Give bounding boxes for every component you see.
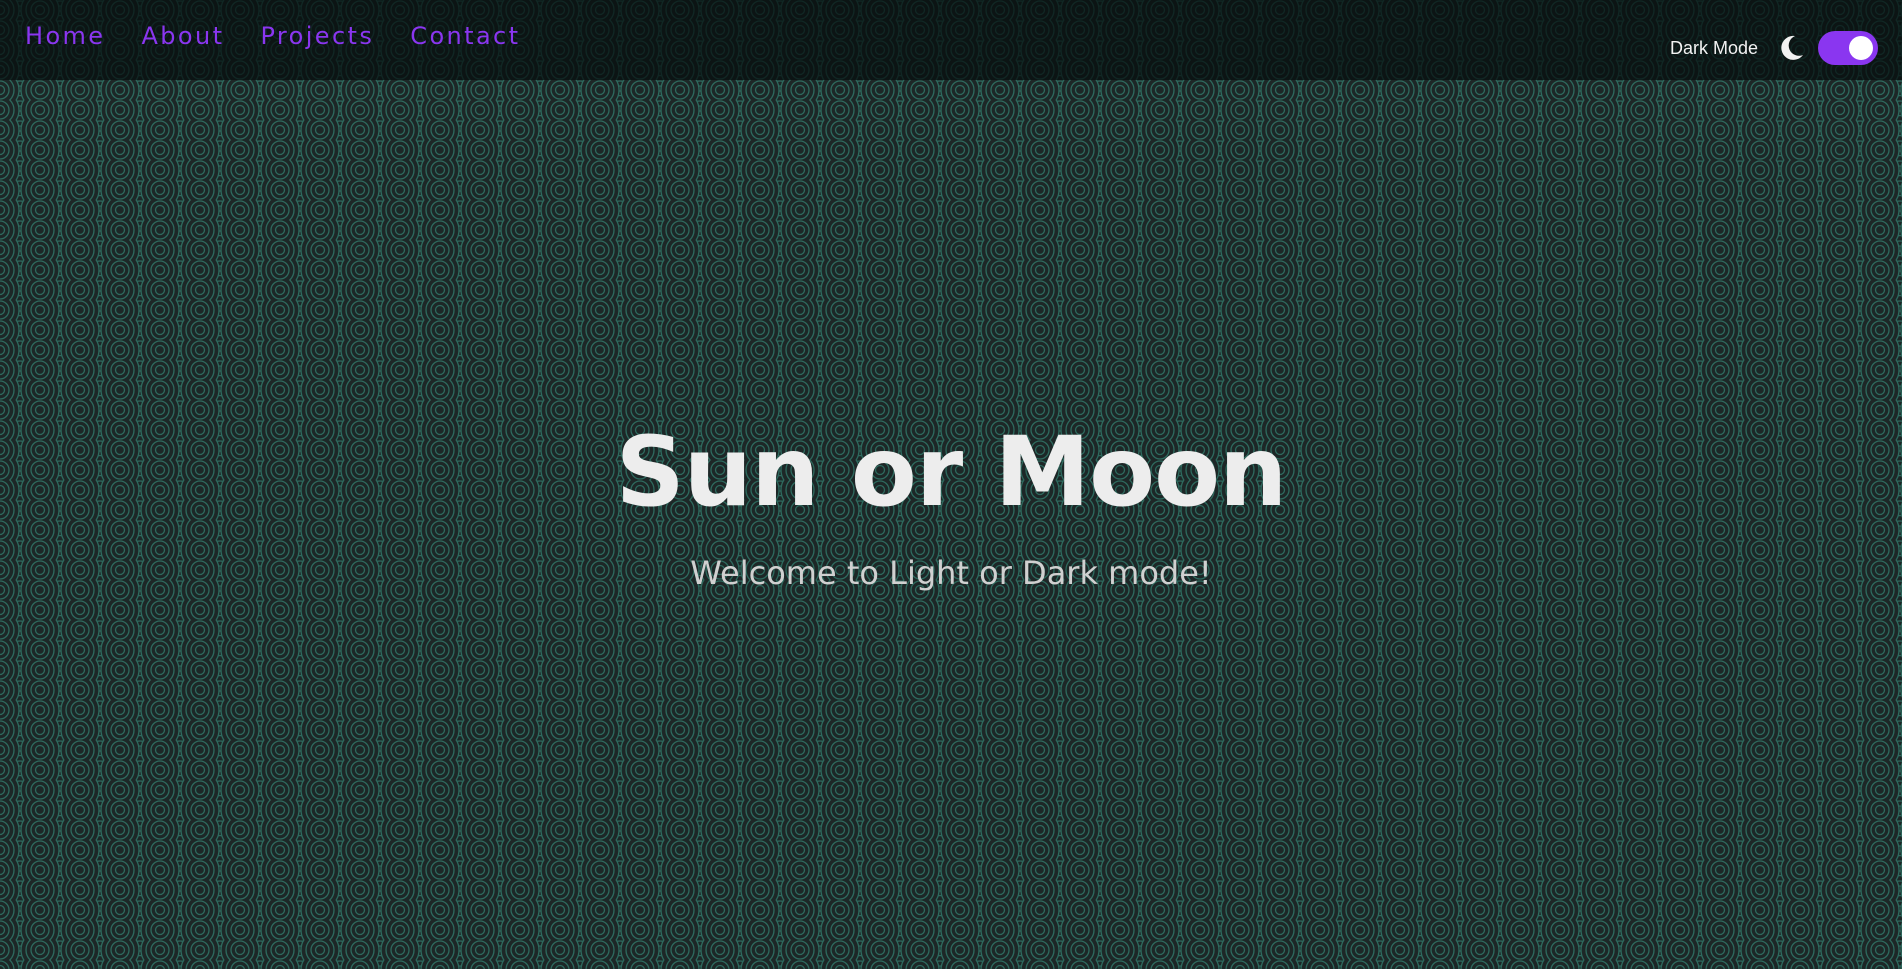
dark-mode-toggle[interactable] <box>1818 31 1878 65</box>
nav-link-about[interactable]: About <box>141 22 224 50</box>
nav-links: Home About Projects Contact <box>25 22 520 50</box>
theme-switch: Dark Mode <box>1670 31 1878 65</box>
theme-mode-label: Dark Mode <box>1669 37 1758 58</box>
hero-subtitle: Welcome to Light or Dark mode! <box>690 553 1212 592</box>
nav-link-home[interactable]: Home <box>25 22 105 50</box>
toggle-knob <box>1849 36 1873 60</box>
hero-title: Sun or Moon <box>615 416 1288 528</box>
top-navigation-bar: Home About Projects Contact Dark Mode <box>0 0 1902 80</box>
hero-section: Sun or Moon Welcome to Light or Dark mod… <box>0 416 1902 592</box>
nav-link-contact[interactable]: Contact <box>410 22 520 50</box>
moon-icon <box>1781 35 1803 60</box>
nav-link-projects[interactable]: Projects <box>260 22 374 50</box>
